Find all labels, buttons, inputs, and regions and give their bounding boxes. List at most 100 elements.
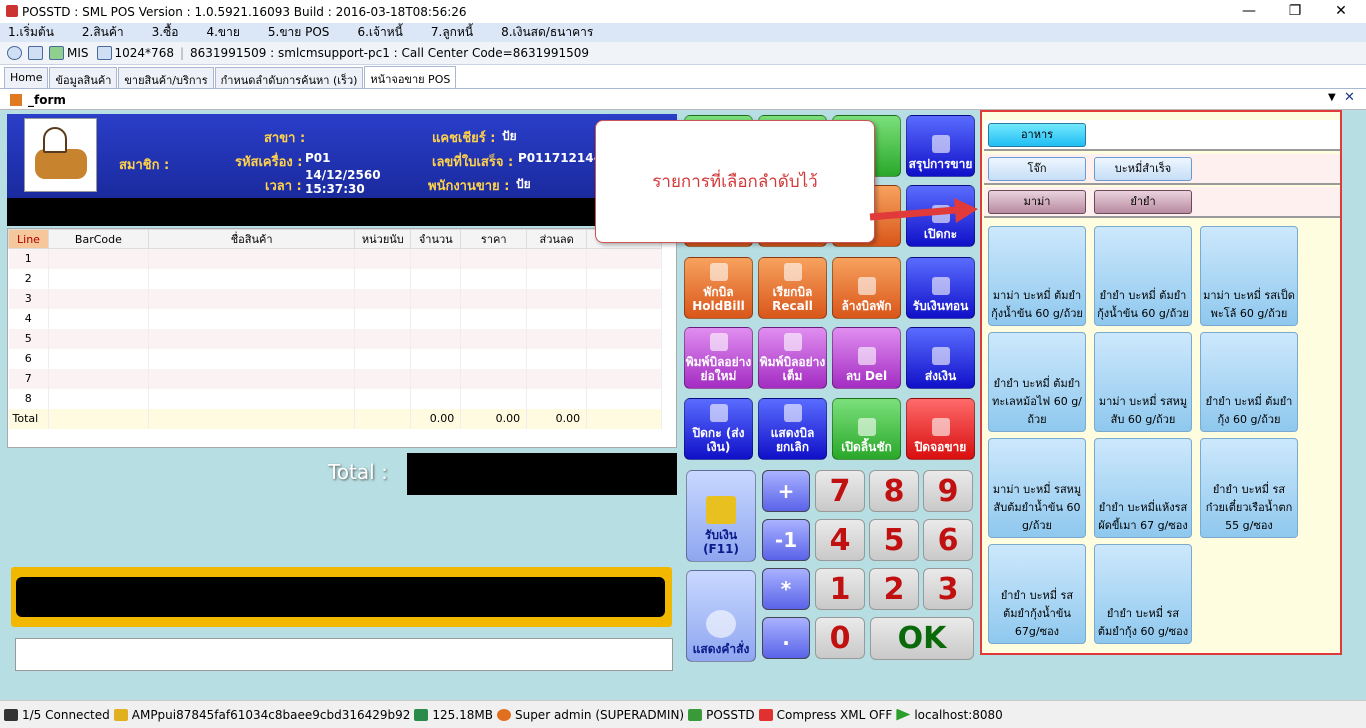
- hold-bill-button[interactable]: พักบิล HoldBill: [684, 257, 753, 319]
- key-2[interactable]: 2: [869, 568, 919, 610]
- key-3[interactable]: 3: [923, 568, 973, 610]
- minus-one-key[interactable]: -1: [762, 519, 810, 561]
- col-qty: จำนวน: [410, 229, 462, 249]
- category-instant-noodle[interactable]: บะหมี่สำเร็จ: [1094, 157, 1192, 181]
- print-short-button[interactable]: พิมพ์บิลอย่างย่อใหม่: [684, 327, 753, 389]
- category-food[interactable]: อาหาร: [988, 123, 1086, 147]
- menu-sale[interactable]: 4.ขาย: [206, 23, 239, 42]
- form-close-icon[interactable]: ✕: [1344, 90, 1355, 105]
- receipt-label: เลขที่ใบเสร็จ :: [432, 155, 514, 170]
- table-row[interactable]: 1: [8, 248, 662, 269]
- category-yumyum[interactable]: ยำยำ: [1094, 190, 1192, 214]
- category-porridge[interactable]: โจ๊ก: [988, 157, 1086, 181]
- delete-button[interactable]: ลบ Del: [832, 327, 901, 389]
- drawer-icon: [857, 418, 876, 436]
- table-row[interactable]: 6: [8, 348, 662, 369]
- form-title: _form: [28, 92, 66, 107]
- open-drawer-button[interactable]: เปิดลิ้นชัก: [832, 398, 901, 460]
- key-5[interactable]: 5: [869, 519, 919, 561]
- app-icon: [6, 5, 18, 17]
- cashier-label: แคชเชียร์ :: [432, 131, 496, 146]
- close-icon[interactable]: ✕: [1318, 0, 1364, 23]
- dot-key[interactable]: .: [762, 617, 810, 659]
- product-button[interactable]: ยำยำ บะหมี่ ต้มยำกุ้ง 60 g/ถ้วย: [1200, 332, 1298, 432]
- key-7[interactable]: 7: [815, 470, 865, 512]
- plus-key[interactable]: +: [762, 470, 810, 512]
- cash-icon: [706, 496, 736, 524]
- restore-icon[interactable]: ❐: [1272, 0, 1318, 23]
- receive-change-button[interactable]: รับเงินทอน: [906, 257, 975, 319]
- time-value: 15:37:30: [305, 182, 365, 196]
- send-money-button[interactable]: ส่งเงิน: [906, 327, 975, 389]
- key-8[interactable]: 8: [869, 470, 919, 512]
- show-cancel-bill-button[interactable]: แสดงบิลยกเลิก: [758, 398, 827, 460]
- product-button[interactable]: มาม่า บะหมี่ รสหมูสับ 60 g/ถ้วย: [1094, 332, 1192, 432]
- key-1[interactable]: 1: [815, 568, 865, 610]
- tab-sale-service[interactable]: ขายสินค้า/บริการ: [118, 67, 214, 88]
- item-grid[interactable]: Line BarCode ชื่อสินค้า หน่วยนับ จำนวน ร…: [7, 228, 677, 448]
- printer-icon: [783, 333, 802, 351]
- multiply-key[interactable]: *: [762, 568, 810, 610]
- menu-receivable[interactable]: 7.ลูกหนี้: [431, 23, 473, 42]
- menu-purchase[interactable]: 3.ซื้อ: [152, 23, 179, 42]
- receive-money-button[interactable]: รับเงิน (F11): [686, 470, 756, 562]
- tab-home[interactable]: Home: [4, 67, 49, 88]
- chevron-down-icon[interactable]: ▼: [1328, 92, 1336, 103]
- menu-start[interactable]: 1.เริ่มต้น: [8, 23, 54, 42]
- machine-label: รหัสเครื่อง :: [235, 155, 303, 170]
- table-row[interactable]: 5: [8, 328, 662, 349]
- arrow-left-icon: [857, 347, 876, 365]
- seller-label: พนักงานขาย :: [428, 179, 510, 194]
- product-button[interactable]: ยำยำ บะหมี่แห้งรสผัดขี้เมา 67 g/ซอง: [1094, 438, 1192, 538]
- minimize-icon[interactable]: —: [1226, 0, 1272, 23]
- table-row[interactable]: 7: [8, 368, 662, 389]
- chart-icon[interactable]: [49, 46, 64, 60]
- show-command-button[interactable]: แสดงคำสั่ง: [686, 570, 756, 662]
- product-button[interactable]: ยำยำ บะหมี่ รสต้มยำกุ้ง 60 g/ซอง: [1094, 544, 1192, 644]
- product-button[interactable]: ยำยำ บะหมี่ ต้มยำทะเลหม้อไฟ 60 g/ถ้วย: [988, 332, 1086, 432]
- status-key: AMPpui87845faf61034c8baee9cbd316429b92: [131, 707, 411, 722]
- window-title: POSSTD : SML POS Version : 1.0.5921.1609…: [22, 4, 467, 19]
- print-full-button[interactable]: พิมพ์บิลอย่างเต็ม: [758, 327, 827, 389]
- table-row[interactable]: 8: [8, 388, 662, 409]
- key-6[interactable]: 6: [923, 519, 973, 561]
- product-button[interactable]: ยำยำ บะหมี่ รสก๋วยเตี๋ยวเรือน้ำตก 55 g/ซ…: [1200, 438, 1298, 538]
- key-0[interactable]: 0: [815, 617, 865, 659]
- table-row[interactable]: 2: [8, 268, 662, 289]
- clock-icon[interactable]: [7, 46, 22, 60]
- menu-pos[interactable]: 5.ขาย POS: [268, 23, 330, 42]
- summary-button[interactable]: สรุปการขาย: [906, 115, 975, 177]
- product-button[interactable]: ยำยำ บะหมี่ ต้มยำกุ้งน้ำข้น 60 g/ถ้วย: [1094, 226, 1192, 326]
- table-row[interactable]: 4: [8, 308, 662, 329]
- clear-hold-button[interactable]: ล้างบิลพัก: [832, 257, 901, 319]
- tab-pos-screen[interactable]: หน้าจอขาย POS: [364, 66, 457, 88]
- tab-search-order[interactable]: กำหนดลำดับการค้นหา (เร็ว): [214, 67, 364, 88]
- time-label: เวลา :: [265, 179, 302, 194]
- close-screen-button[interactable]: ปิดจอขาย: [906, 398, 975, 460]
- tab-product-info[interactable]: ข้อมูลสินค้า: [49, 67, 118, 88]
- speech-bubble-icon: [706, 610, 736, 638]
- command-input[interactable]: [15, 638, 673, 671]
- user-icon: [496, 708, 511, 721]
- key-4[interactable]: 4: [815, 519, 865, 561]
- ok-key[interactable]: OK: [870, 617, 974, 660]
- person-icon: [931, 277, 950, 295]
- close-shift-button[interactable]: ปิดกะ (ส่งเงิน): [684, 398, 753, 460]
- arrow-icon: [709, 404, 728, 422]
- play-icon: [896, 708, 911, 721]
- recall-bill-button[interactable]: เรียกบิล Recall: [758, 257, 827, 319]
- menu-cash-bank[interactable]: 8.เงินสด/ธนาคาร: [501, 23, 593, 42]
- category-mama[interactable]: มาม่า: [988, 190, 1086, 214]
- product-button[interactable]: ยำยำ บะหมี่ รสต้มยำกุ้งน้ำข้น 67g/ซอง: [988, 544, 1086, 644]
- form-icon: [10, 93, 22, 106]
- key-9[interactable]: 9: [923, 470, 973, 512]
- product-button[interactable]: มาม่า บะหมี่ ต้มยำกุ้งน้ำข้น 60 g/ถ้วย: [988, 226, 1086, 326]
- annotation-callout: รายการที่เลือกลำดับไว้: [595, 120, 875, 243]
- panel-icon[interactable]: [28, 46, 43, 60]
- product-button[interactable]: มาม่า บะหมี่ รสหมูสับต้มยำน้ำข้น 60 g/ถ้…: [988, 438, 1086, 538]
- total-row-label: Total: [8, 408, 49, 429]
- menu-payable[interactable]: 6.เจ้าหนี้: [357, 23, 402, 42]
- table-row[interactable]: 3: [8, 288, 662, 309]
- menu-product[interactable]: 2.สินค้า: [82, 23, 124, 42]
- product-button[interactable]: มาม่า บะหมี่ รสเป็ดพะโล้ 60 g/ถ้วย: [1200, 226, 1298, 326]
